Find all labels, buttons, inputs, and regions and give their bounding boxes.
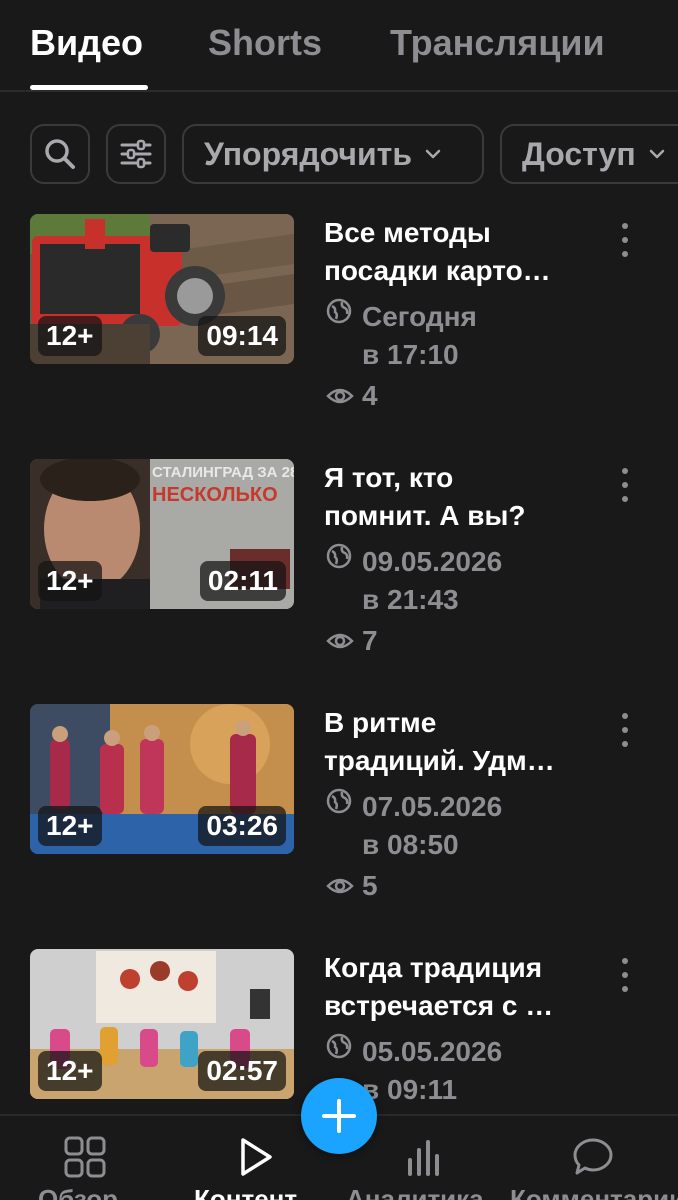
duration-badge: 09:14 <box>198 316 286 356</box>
video-title[interactable]: Я тот, кто помнит. А вы? <box>324 459 584 535</box>
video-item[interactable]: 12+ 09:14 Все методы посадки карто… Сего… <box>0 214 678 434</box>
video-title-line: посадки карто… <box>324 255 551 286</box>
bar-chart-icon <box>408 1140 439 1176</box>
sort-label: Упорядочить <box>204 135 413 172</box>
more-options-button[interactable] <box>612 710 638 750</box>
video-title-line: помнит. А вы? <box>324 500 526 531</box>
duration-badge: 02:57 <box>198 1051 286 1091</box>
video-item[interactable]: 12+ 03:26 В ритме традиций. Удм… 07.05.2… <box>0 704 678 924</box>
nav-item-overview[interactable]: Обзор <box>0 1116 170 1200</box>
globe-icon <box>326 298 352 324</box>
play-icon <box>241 1138 272 1176</box>
access-dropdown[interactable]: Доступ <box>500 124 678 184</box>
video-thumbnail[interactable]: 12+ 09:14 <box>30 214 294 364</box>
filter-settings-button[interactable] <box>106 124 166 184</box>
video-thumbnail[interactable]: СТАЛИНГРАД ЗА 28 Д НЕСКОЛЬКО 12+ 02:11 <box>30 459 294 609</box>
tab-streams[interactable]: Трансляции <box>390 22 605 64</box>
filter-bar: Упорядочить Доступ <box>0 124 678 184</box>
nav-label: Контент <box>194 1184 298 1200</box>
globe-icon <box>326 543 352 569</box>
video-title-line: В ритме <box>324 707 437 738</box>
publish-date: Сегодня в 17:10 <box>362 301 477 370</box>
video-title[interactable]: Когда традиция встречается с … <box>324 949 584 1025</box>
age-rating-badge: 12+ <box>38 1051 102 1091</box>
eye-icon <box>326 878 354 894</box>
video-title-line: Все методы <box>324 217 491 248</box>
add-video-button[interactable] <box>301 1078 377 1154</box>
comment-icon <box>573 1138 613 1175</box>
eye-icon <box>326 388 354 404</box>
chevron-down-icon <box>425 149 441 159</box>
video-title-line: Я тот, кто <box>324 462 454 493</box>
view-count: 7 <box>362 625 378 656</box>
content-tabs: Видео Shorts Трансляции <box>0 0 678 92</box>
nav-item-comments[interactable]: Комментарии <box>510 1116 678 1200</box>
video-thumbnail[interactable]: 12+ 02:57 <box>30 949 294 1099</box>
publish-date: 05.05.2026 в 09:11 <box>362 1036 503 1105</box>
search-icon <box>45 139 75 169</box>
plus-icon <box>322 1099 356 1133</box>
chevron-down-icon <box>649 149 664 159</box>
nav-label: Комментарии <box>510 1184 678 1200</box>
globe-icon <box>326 1033 352 1059</box>
globe-icon <box>326 788 352 814</box>
more-options-button[interactable] <box>612 465 638 505</box>
nav-label: Аналитика <box>346 1184 484 1200</box>
eye-icon <box>326 633 354 649</box>
view-count: 5 <box>362 870 378 901</box>
grid-icon <box>64 1136 106 1178</box>
sliders-icon <box>120 139 152 169</box>
tab-shorts[interactable]: Shorts <box>208 22 322 64</box>
search-button[interactable] <box>30 124 90 184</box>
video-thumbnail[interactable]: 12+ 03:26 <box>30 704 294 854</box>
video-title-line: Когда традиция <box>324 952 543 983</box>
video-title-line: встречается с … <box>324 990 554 1021</box>
sort-dropdown[interactable]: Упорядочить <box>182 124 484 184</box>
video-title[interactable]: В ритме традиций. Удм… <box>324 704 584 780</box>
access-label: Доступ <box>522 135 636 172</box>
publish-date: 09.05.2026 в 21:43 <box>362 546 503 615</box>
age-rating-badge: 12+ <box>38 316 102 356</box>
more-options-button[interactable] <box>612 955 638 995</box>
nav-label: Обзор <box>38 1184 118 1200</box>
video-title[interactable]: Все методы посадки карто… <box>324 214 584 290</box>
thumbnail-caption: НЕСКОЛЬКО <box>152 484 278 506</box>
publish-date: 07.05.2026 в 08:50 <box>362 791 503 860</box>
age-rating-badge: 12+ <box>38 806 102 846</box>
duration-badge: 03:26 <box>198 806 286 846</box>
video-item[interactable]: СТАЛИНГРАД ЗА 28 Д НЕСКОЛЬКО 12+ 02:11 Я… <box>0 459 678 679</box>
more-options-button[interactable] <box>612 220 638 260</box>
view-count: 4 <box>362 380 378 411</box>
age-rating-badge: 12+ <box>38 561 102 601</box>
duration-badge: 02:11 <box>199 561 286 601</box>
tab-videos[interactable]: Видео <box>30 22 143 64</box>
active-tab-indicator <box>30 85 148 90</box>
thumbnail-caption: СТАЛИНГРАД ЗА 28 Д <box>152 464 294 481</box>
video-title-line: традиций. Удм… <box>324 745 555 776</box>
